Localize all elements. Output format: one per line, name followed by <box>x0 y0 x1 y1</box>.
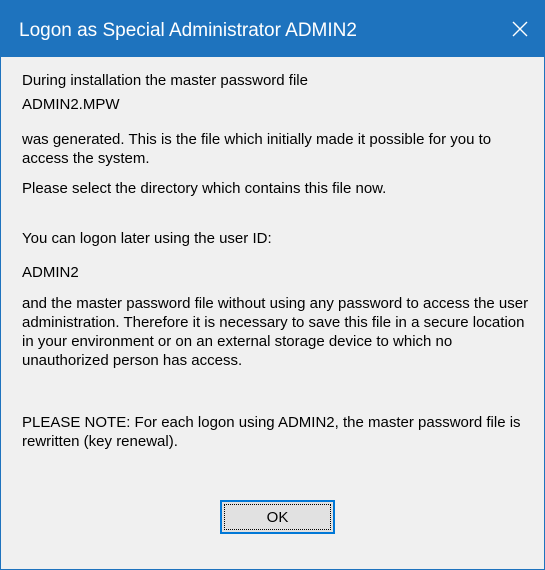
storage-text: and the master password file without usi… <box>22 295 529 369</box>
ok-button[interactable]: OK <box>220 500 335 534</box>
ok-button-label: OK <box>266 509 289 526</box>
close-icon <box>512 21 528 37</box>
select-directory-text: Please select the directory which contai… <box>22 180 387 197</box>
logon-later-text: You can logon later using the user ID: <box>22 230 272 247</box>
dialog-title: Logon as Special Administrator ADMIN2 <box>19 20 357 41</box>
logon-dialog: Logon as Special Administrator ADMIN2 Du… <box>0 0 545 570</box>
close-button[interactable] <box>496 0 544 57</box>
user-id-text: ADMIN2 <box>22 264 79 281</box>
install-text: During installation the master password … <box>22 72 308 89</box>
password-filename: ADMIN2.MPW <box>22 96 120 113</box>
generated-text: was generated. This is the file which in… <box>22 131 492 167</box>
title-bar[interactable]: Logon as Special Administrator ADMIN2 <box>1 0 544 57</box>
dialog-content: During installation the master password … <box>1 57 544 569</box>
note-text: PLEASE NOTE: For each logon using ADMIN2… <box>22 414 521 450</box>
